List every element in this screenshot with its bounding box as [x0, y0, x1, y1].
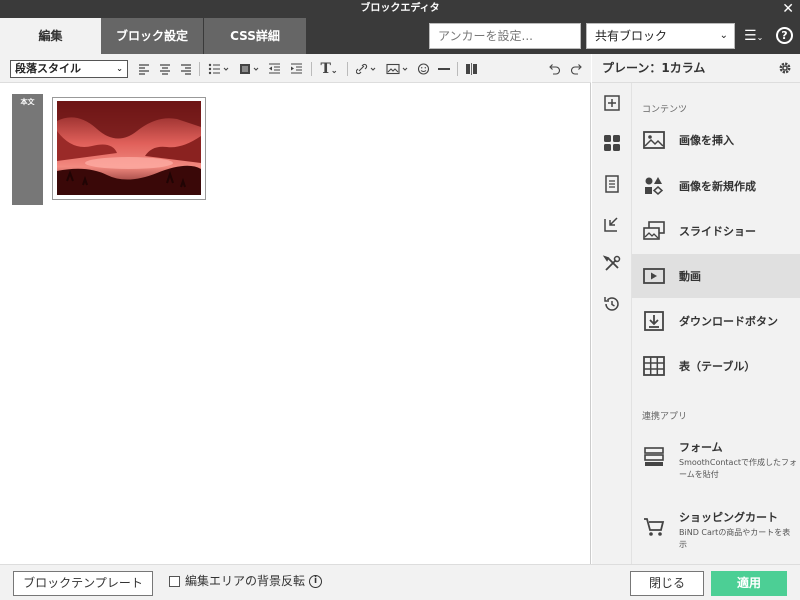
- apply-button[interactable]: 適用: [711, 571, 787, 596]
- video-icon: [643, 268, 665, 284]
- landscape-image: [57, 101, 201, 195]
- panel-item-download-button[interactable]: ダウンロードボタン: [632, 299, 800, 343]
- align-center-icon[interactable]: [159, 60, 171, 78]
- toolbar-divider: [199, 62, 200, 76]
- widgets-icon[interactable]: [602, 133, 622, 153]
- gear-icon[interactable]: [778, 61, 792, 75]
- panel-icon-rail: [592, 83, 632, 564]
- align-left-icon[interactable]: [138, 60, 150, 78]
- image-block[interactable]: [52, 97, 206, 200]
- tab-edit[interactable]: 編集: [0, 18, 101, 54]
- panel-item-insert-image[interactable]: 画像を挿入: [632, 118, 800, 162]
- block-template-button[interactable]: ブロックテンプレート: [13, 571, 153, 596]
- block-format-icon[interactable]: [239, 60, 261, 78]
- horizontal-rule-icon[interactable]: [437, 60, 451, 78]
- format-toolbar: 段落スタイル ⌄ T⌄: [0, 54, 591, 83]
- tab-block-settings[interactable]: ブロック設定: [101, 18, 203, 54]
- panel-item-create-image[interactable]: 画像を新規作成: [632, 164, 800, 208]
- body-block-tag[interactable]: 本文: [12, 94, 43, 205]
- slideshow-icon: [643, 221, 665, 240]
- tab-bar: 編集 ブロック設定 CSS詳細 共有ブロック ⌄ ☰⌄ ?: [0, 18, 800, 54]
- redo-icon[interactable]: [570, 60, 583, 78]
- toolbar-divider: [457, 62, 458, 76]
- info-icon[interactable]: i: [309, 575, 322, 588]
- footer-bar: ブロックテンプレート 編集エリアの背景反転 i 閉じる 適用: [0, 564, 800, 600]
- link-icon[interactable]: [356, 60, 378, 78]
- panel-item-table[interactable]: 表（テーブル）: [632, 344, 800, 388]
- panel-item-label: ショッピングカート: [679, 511, 778, 524]
- panel-title: プレーン：1カラム: [602, 61, 706, 75]
- form-icon: [644, 447, 664, 466]
- emoji-icon[interactable]: [417, 60, 430, 78]
- panel-item-description: SmoothContactで作成したフォームを貼付: [679, 458, 797, 479]
- document-icon[interactable]: [602, 174, 622, 194]
- tools-icon[interactable]: [602, 254, 622, 274]
- paragraph-style-label: 段落スタイル: [15, 62, 81, 75]
- panel-item-video[interactable]: 動画: [632, 254, 800, 298]
- insert-image-icon[interactable]: [386, 60, 410, 78]
- editor-canvas[interactable]: 本文: [0, 83, 591, 564]
- download-icon: [644, 311, 664, 331]
- hamburger-menu-icon[interactable]: ☰⌄: [744, 23, 770, 49]
- shapes-icon: [645, 177, 664, 195]
- anchor-input[interactable]: [429, 23, 581, 49]
- panel-item-form[interactable]: フォーム SmoothContactで作成したフォームを貼付: [632, 429, 800, 499]
- outdent-icon[interactable]: [268, 60, 281, 78]
- panel-item-label: 動画: [679, 270, 701, 283]
- tab-css-details[interactable]: CSS詳細: [204, 18, 306, 54]
- image-icon: [643, 131, 665, 149]
- paragraph-style-select[interactable]: 段落スタイル ⌄: [10, 60, 128, 78]
- help-icon[interactable]: ?: [776, 27, 793, 44]
- undo-icon[interactable]: [548, 60, 561, 78]
- panel-item-label: スライドショー: [679, 225, 756, 238]
- chevron-down-icon: ⌄: [116, 64, 123, 73]
- history-icon[interactable]: [602, 294, 622, 314]
- panel-item-shopping-cart[interactable]: ショッピングカート BiND Cartの商品やカートを表示: [632, 499, 800, 564]
- close-icon[interactable]: ✕: [782, 0, 794, 18]
- panel-item-label: フォーム: [679, 441, 723, 454]
- section-label-linked-apps: 連携アプリ: [642, 412, 688, 422]
- toolbar-divider: [311, 62, 312, 76]
- align-right-icon[interactable]: [180, 60, 192, 78]
- panel-item-description: BiND Cartの商品やカートを表示: [679, 528, 791, 549]
- bullet-list-icon[interactable]: [208, 60, 230, 78]
- panel-item-label: ダウンロードボタン: [679, 315, 778, 328]
- panel-header: プレーン：1カラム: [592, 54, 800, 83]
- toolbar-divider: [347, 62, 348, 76]
- bg-invert-checkbox[interactable]: [169, 576, 180, 587]
- cart-icon: [644, 518, 665, 536]
- column-split-icon[interactable]: [465, 60, 478, 78]
- bg-invert-label: 編集エリアの背景反転: [185, 574, 306, 588]
- text-style-icon[interactable]: T⌄: [318, 60, 340, 78]
- panel-item-slideshow[interactable]: スライドショー: [632, 209, 800, 253]
- panel-item-label: 表（テーブル）: [679, 360, 756, 373]
- window-title: ブロックエディタ: [360, 3, 440, 14]
- indent-icon[interactable]: [290, 60, 303, 78]
- add-element-icon[interactable]: [602, 93, 622, 113]
- section-label-contents: コンテンツ: [642, 105, 688, 115]
- window-titlebar: ブロックエディタ ✕: [0, 0, 800, 18]
- table-icon: [643, 356, 665, 376]
- panel-item-label: 画像を挿入: [679, 134, 734, 147]
- body-block-tag-label: 本文: [20, 98, 35, 106]
- close-button[interactable]: 閉じる: [630, 571, 704, 596]
- panel-item-label: 画像を新規作成: [679, 180, 756, 193]
- import-icon[interactable]: [602, 214, 622, 234]
- panel-content-list: コンテンツ 画像を挿入 画像を新規作成 スライドショー 動画 ダウンロードボタン…: [632, 83, 800, 564]
- shared-block-label: 共有ブロック: [595, 29, 668, 43]
- shared-block-select[interactable]: 共有ブロック ⌄: [586, 23, 735, 49]
- chevron-down-icon: ⌄: [719, 30, 728, 41]
